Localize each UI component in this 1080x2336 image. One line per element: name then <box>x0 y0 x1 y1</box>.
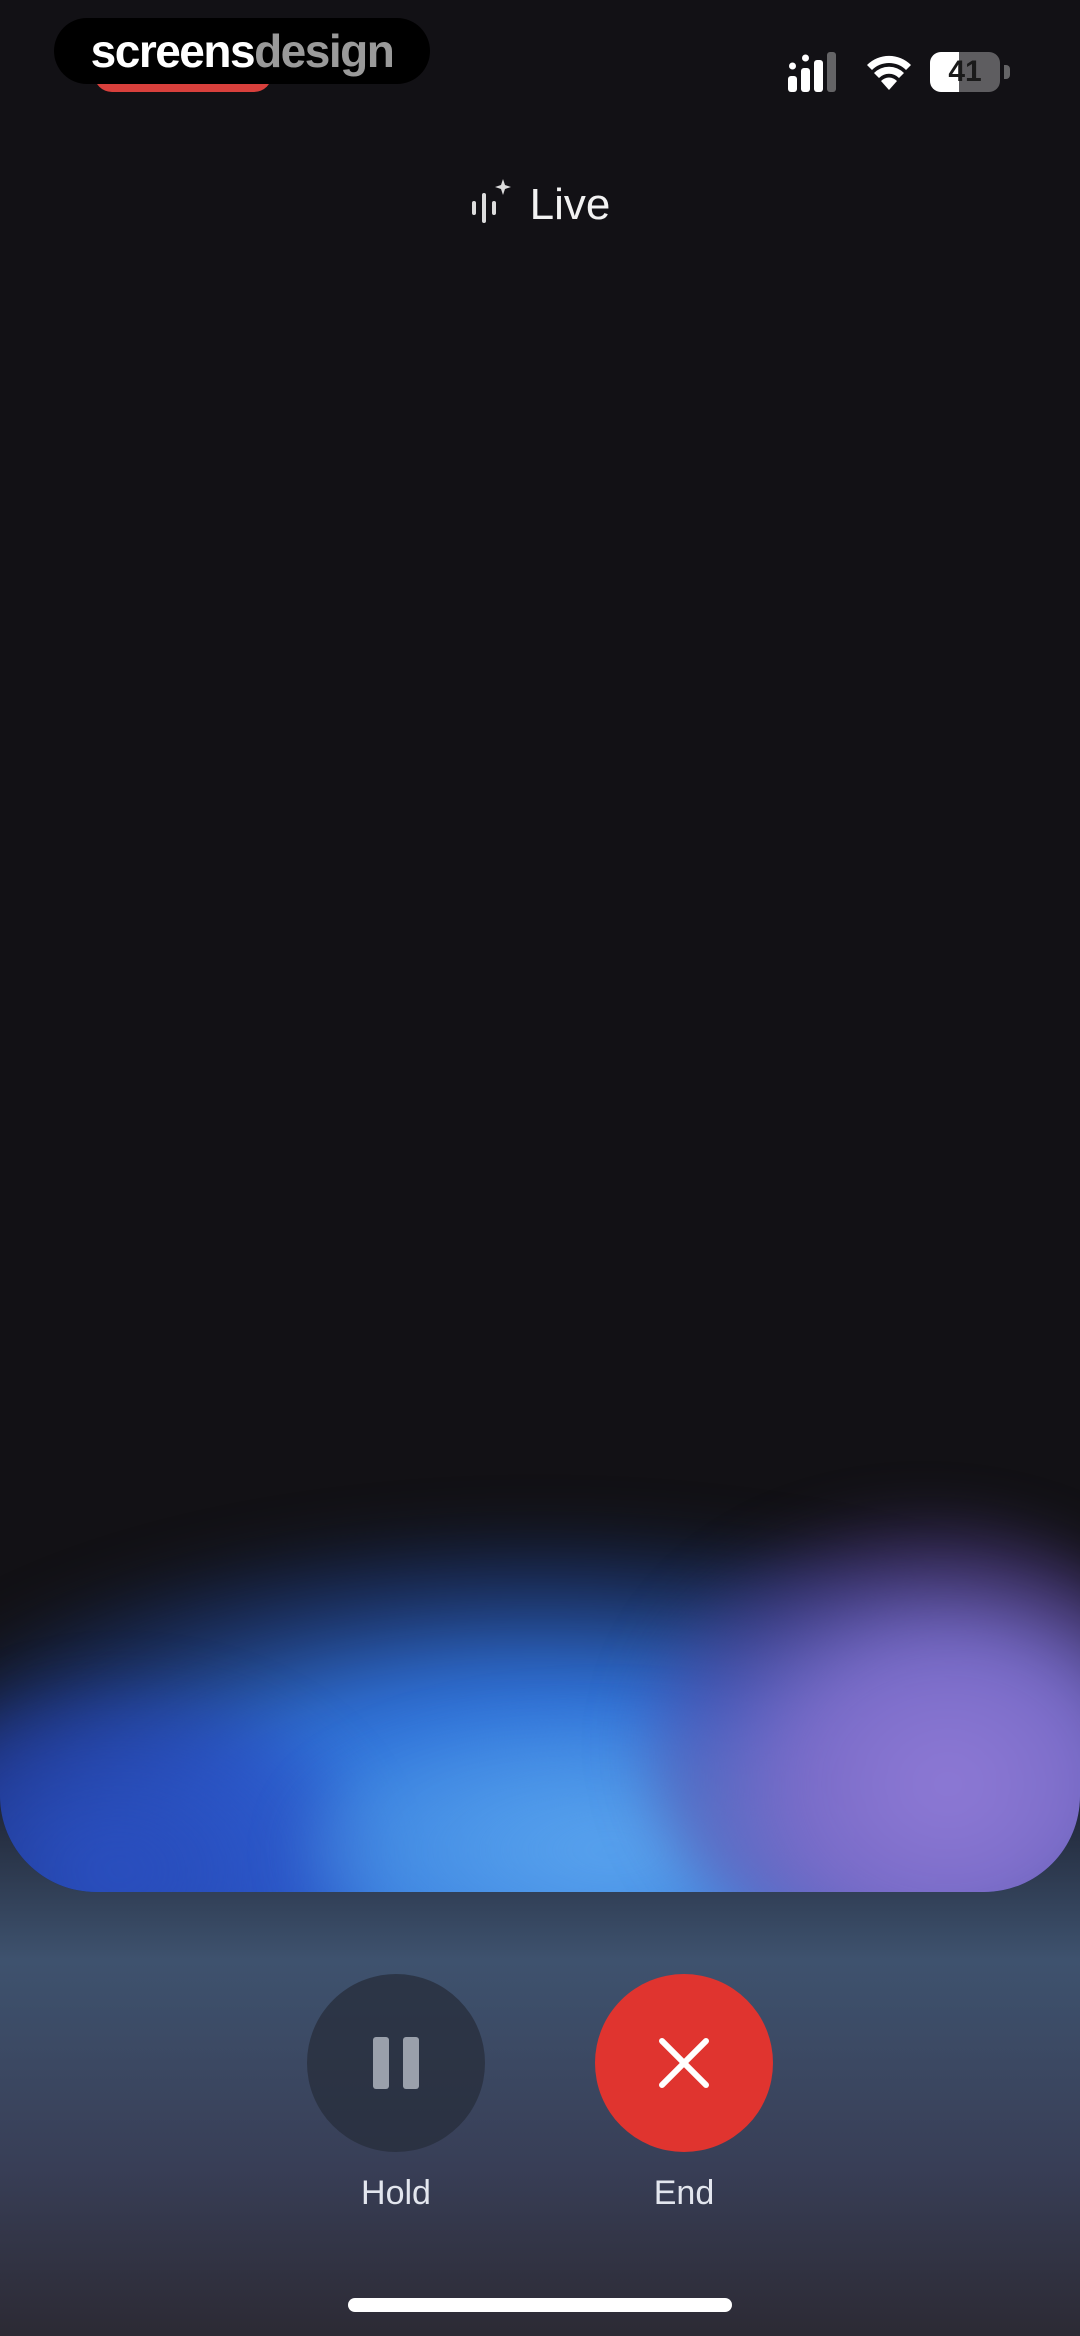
page-title: Live <box>529 180 611 229</box>
sparkle-waveform-icon <box>471 179 511 223</box>
live-header: Live <box>0 170 1080 240</box>
battery-level: 41 <box>948 55 982 88</box>
watermark-part1: screens <box>90 25 256 77</box>
hold-button[interactable] <box>307 1974 485 2152</box>
home-indicator[interactable] <box>348 2298 732 2312</box>
signal-icon <box>788 52 836 92</box>
status-bar: screens design 41 <box>0 0 1080 140</box>
close-icon <box>659 2038 709 2088</box>
screensdesign-watermark: screens design <box>54 18 430 84</box>
battery-indicator: 41 <box>930 52 1014 92</box>
hold-label: Hold <box>361 2174 431 2212</box>
end-control: End <box>594 1974 774 2213</box>
end-label: End <box>653 2174 715 2212</box>
watermark-part2: design <box>254 25 395 77</box>
voice-wave-visualizer <box>0 1300 1080 1892</box>
pause-icon <box>373 2037 419 2089</box>
end-button[interactable] <box>595 1974 773 2152</box>
wifi-icon <box>867 55 911 90</box>
live-call-screen: screens design 41 Live Hold End <box>0 0 1080 2336</box>
hold-control: Hold <box>306 1974 486 2213</box>
